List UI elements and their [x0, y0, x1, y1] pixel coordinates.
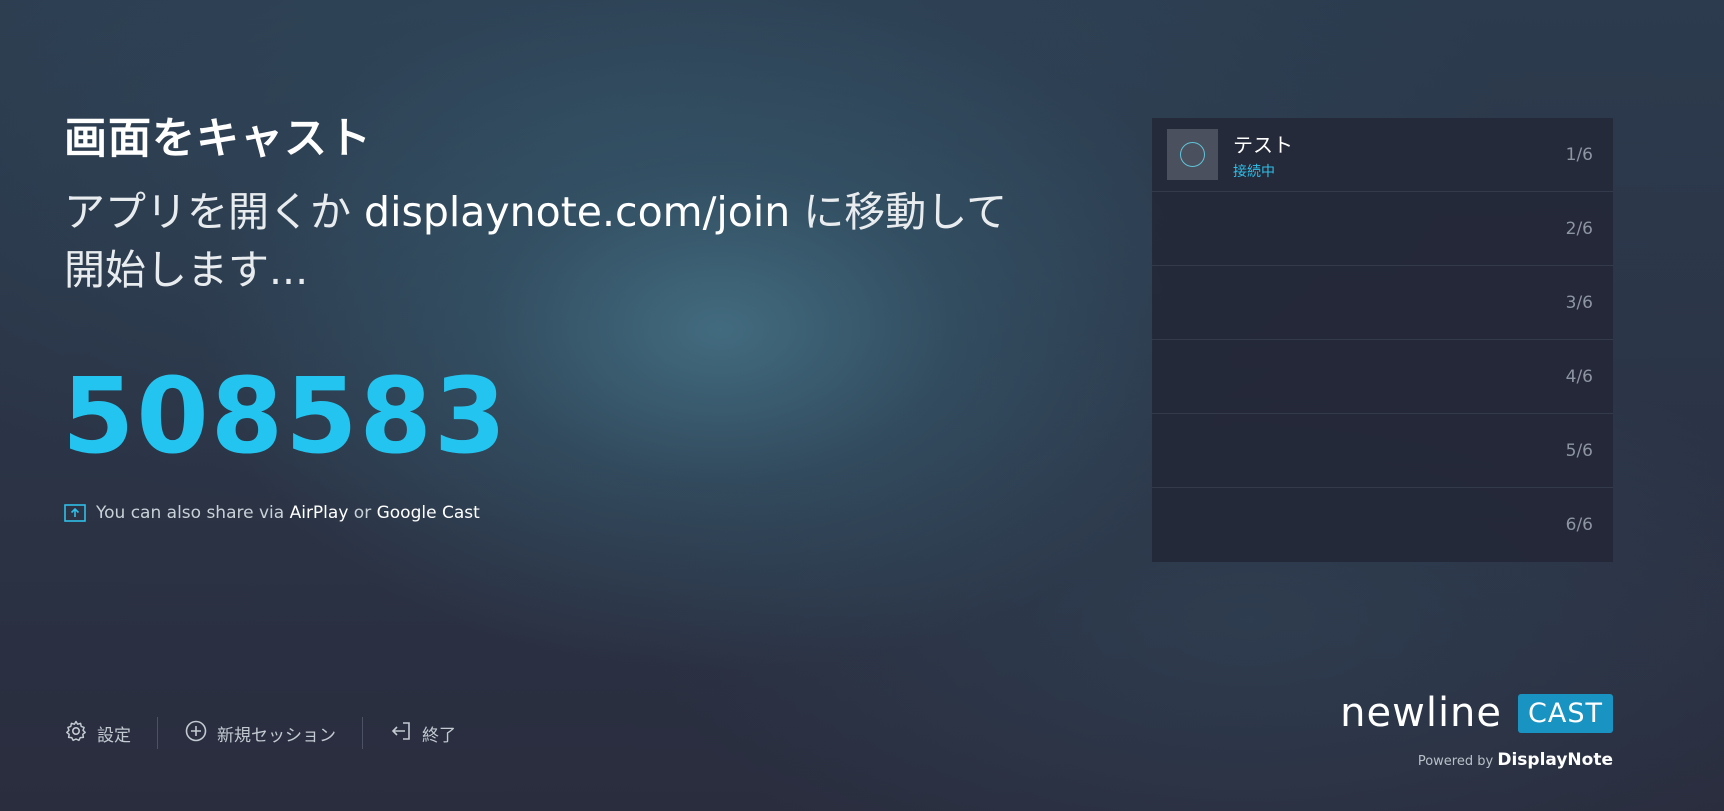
brand-badge: CAST [1518, 693, 1613, 733]
airplay-label: AirPlay [289, 503, 349, 523]
settings-label: 設定 [97, 725, 131, 746]
share-text: You can also share via AirPlay or Google… [96, 503, 480, 523]
connection-code: 508583 [62, 355, 509, 477]
session-status: 接続中 [1233, 163, 1275, 180]
session-list: テスト 接続中 1/6 2/6 3/6 4/6 5/6 6/6 [1152, 118, 1613, 562]
brand-name: newline [1340, 690, 1503, 736]
session-slot-4: 4/6 [1152, 340, 1613, 414]
share-or: or [348, 503, 377, 523]
join-url: displaynote.com/join [364, 188, 791, 236]
new-session-label: 新規セッション [217, 725, 336, 746]
session-info: テスト 接続中 [1233, 129, 1293, 181]
divider [362, 717, 363, 749]
new-session-button[interactable]: 新規セッション [184, 719, 336, 748]
exit-button[interactable]: 終了 [389, 719, 456, 748]
session-slot-2: 2/6 [1152, 192, 1613, 266]
google-cast-label: Google Cast [376, 503, 480, 523]
gear-icon [64, 719, 88, 748]
slot-index: 3/6 [1565, 292, 1593, 313]
instruction-prefix: アプリを開くか [64, 188, 365, 236]
session-name: テスト [1233, 132, 1293, 157]
slot-index: 1/6 [1565, 144, 1593, 165]
slot-index: 4/6 [1565, 366, 1593, 387]
page-title: 画面をキャスト [64, 114, 372, 164]
slot-index: 5/6 [1565, 440, 1593, 461]
avatar [1167, 129, 1218, 180]
footer-nav: 設定 新規セッション 終了 [64, 716, 456, 750]
vendor-name: DisplayNote [1497, 750, 1613, 770]
session-slot-6: 6/6 [1152, 488, 1613, 562]
slot-index: 6/6 [1565, 515, 1593, 535]
join-instruction: アプリを開くか displaynote.com/join に移動して開始します.… [64, 183, 1024, 299]
powered-by: Powered by DisplayNote [1340, 750, 1613, 770]
exit-icon [389, 719, 413, 748]
cast-screen: 画面をキャスト アプリを開くか displaynote.com/join に移動… [0, 0, 1724, 811]
session-slot-3: 3/6 [1152, 266, 1613, 340]
share-hint: You can also share via AirPlay or Google… [64, 503, 480, 523]
session-slot-1[interactable]: テスト 接続中 1/6 [1152, 118, 1613, 192]
brand: newline CAST Powered by DisplayNote [1340, 690, 1613, 770]
share-prefix: You can also share via [96, 503, 290, 523]
upload-screen-icon [64, 504, 86, 522]
exit-label: 終了 [422, 725, 456, 746]
slot-index: 2/6 [1565, 218, 1593, 239]
settings-button[interactable]: 設定 [64, 719, 131, 748]
plus-circle-icon [184, 719, 208, 748]
divider [157, 717, 158, 749]
brand-logo: newline CAST [1340, 690, 1613, 736]
powered-by-label: Powered by [1417, 754, 1494, 769]
circle-icon [1180, 142, 1205, 167]
session-slot-5: 5/6 [1152, 414, 1613, 488]
